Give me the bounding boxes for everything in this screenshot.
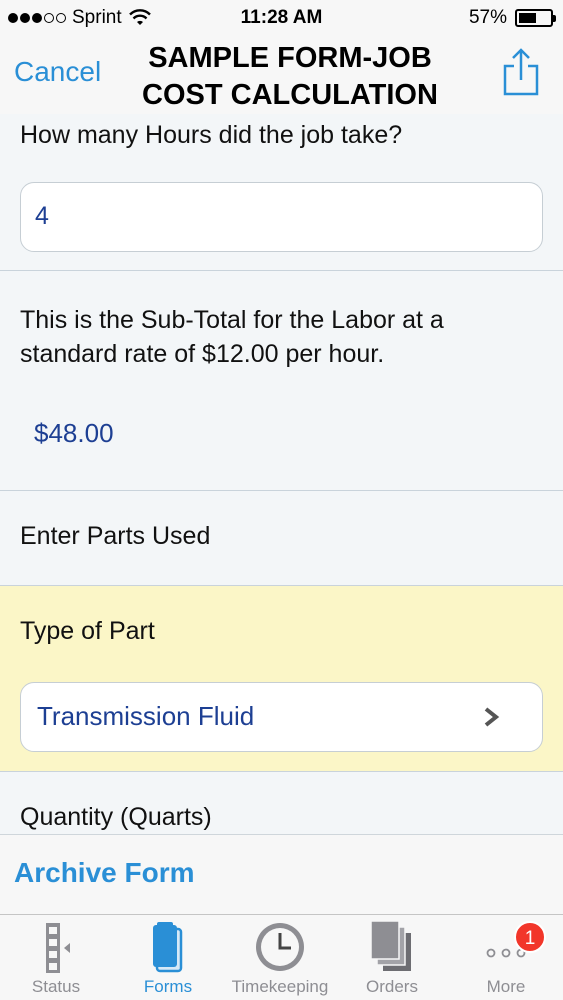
hours-label: How many Hours did the job take?	[20, 121, 403, 149]
part-type-label: Type of Part	[20, 617, 155, 645]
navigation-bar: Cancel SAMPLE FORM-JOB COST CALCULATION	[0, 36, 563, 114]
tab-orders-label: Orders	[366, 977, 418, 996]
archive-bar: Archive Form	[0, 834, 563, 914]
clock-icon	[256, 923, 304, 971]
labor-subtotal-value: $48.00	[34, 418, 114, 448]
archive-form-button[interactable]: Archive Form	[14, 857, 195, 889]
tab-bar: Status Forms Timekeeping Orders 1 More	[0, 914, 563, 1000]
quantity-section: Quantity (Quarts)	[0, 772, 563, 834]
labor-subtotal-section: This is the Sub-Total for the Labor at a…	[0, 271, 563, 491]
labor-subtotal-label: This is the Sub-Total for the Labor at a…	[20, 303, 444, 371]
hours-section: How many Hours did the job take? 4	[0, 114, 563, 271]
orders-icon	[370, 921, 411, 971]
battery-icon	[515, 9, 556, 27]
tab-orders[interactable]: Orders	[336, 915, 448, 1000]
labor-subtotal-label-line-2: standard rate of $12.00 per hour.	[20, 340, 385, 368]
cancel-button[interactable]: Cancel	[14, 56, 101, 88]
chevron-right-icon	[484, 707, 500, 727]
tab-more-label: More	[486, 977, 526, 996]
tab-forms-label: Forms	[143, 977, 193, 996]
status-right: 57%	[468, 7, 556, 29]
tab-more[interactable]: 1 More	[450, 915, 562, 1000]
parts-header-label: Enter Parts Used	[20, 522, 211, 550]
part-type-section: Type of Part Transmission Fluid	[0, 586, 563, 772]
hours-input[interactable]: 4	[20, 182, 543, 252]
tab-timekeeping[interactable]: Timekeeping	[224, 915, 336, 1000]
tab-status[interactable]: Status	[0, 915, 112, 1000]
page-title: SAMPLE FORM-JOB COST CALCULATION	[120, 40, 460, 114]
quantity-label: Quantity (Quarts)	[20, 803, 212, 831]
tab-status-label: Status	[31, 977, 81, 996]
forms-icon	[153, 922, 183, 973]
share-icon[interactable]	[501, 46, 541, 98]
part-type-value: Transmission Fluid	[37, 701, 255, 731]
battery-percent: 57%	[468, 7, 507, 28]
page-title-line-2: COST CALCULATION	[142, 79, 438, 111]
part-type-select[interactable]: Transmission Fluid	[20, 682, 543, 752]
tab-forms[interactable]: Forms	[112, 915, 224, 1000]
status-icon	[46, 923, 70, 973]
notification-badge: 1	[514, 921, 546, 953]
battery-level	[519, 13, 537, 23]
form-scroll-area[interactable]: How many Hours did the job take? 4 This …	[0, 114, 563, 834]
parts-header-section: Enter Parts Used	[0, 491, 563, 586]
labor-subtotal-label-line-1: This is the Sub-Total for the Labor at a	[20, 306, 444, 334]
tab-timekeeping-label: Timekeeping	[231, 977, 329, 996]
status-bar: Sprint 11:28 AM 57%	[0, 0, 563, 36]
page-title-line-1: SAMPLE FORM-JOB	[148, 42, 432, 74]
